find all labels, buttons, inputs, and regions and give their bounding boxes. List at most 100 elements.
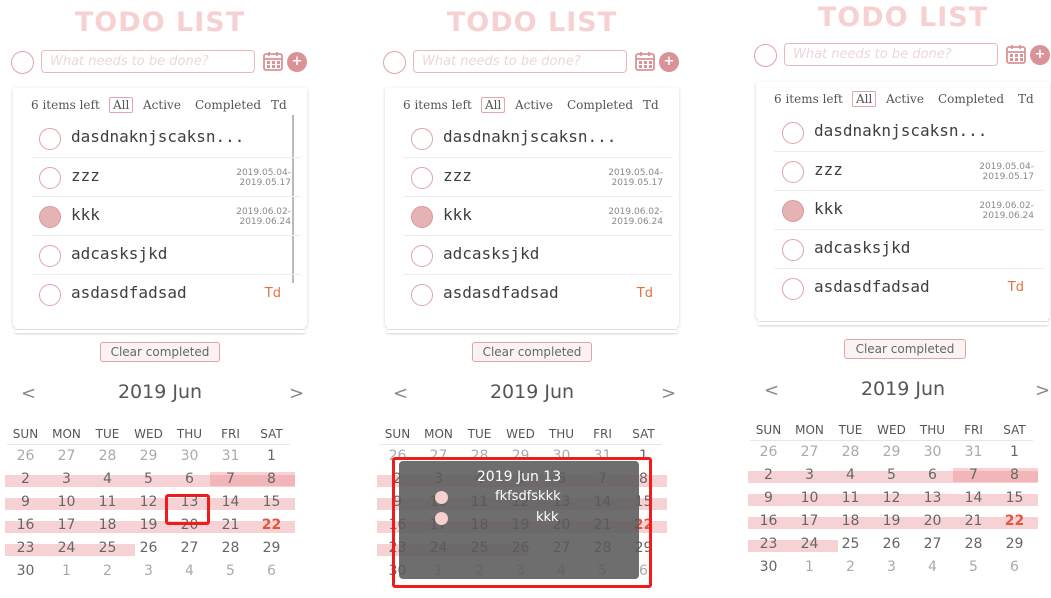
calendar-day[interactable]: 26 [128, 537, 169, 559]
calendar-day[interactable]: 2 [830, 556, 871, 578]
calendar-day[interactable]: 12 [128, 491, 169, 513]
calendar-day[interactable]: 1 [46, 560, 87, 582]
calendar-day[interactable]: 4 [912, 556, 953, 578]
calendar-day[interactable]: 25 [830, 533, 871, 555]
calendar-day[interactable]: 27 [789, 441, 830, 463]
calendar-day[interactable]: 20 [912, 510, 953, 532]
filter-td[interactable]: Td [271, 98, 287, 112]
calendar-day[interactable]: 26 [871, 533, 912, 555]
clear-completed-button[interactable]: Clear completed [844, 339, 966, 359]
todo-checkbox[interactable] [39, 245, 61, 267]
filter-completed[interactable]: Completed [567, 98, 633, 112]
calendar-day[interactable]: 5 [210, 560, 251, 582]
new-todo-input[interactable] [41, 50, 255, 73]
filter-completed[interactable]: Completed [195, 98, 261, 112]
next-month-button[interactable]: > [661, 383, 676, 404]
todo-item[interactable]: kkk 2019.06.02- 2019.06.24 [403, 197, 673, 236]
calendar-day[interactable]: 4 [87, 468, 128, 490]
todo-checkbox[interactable] [782, 200, 804, 222]
filter-td[interactable]: Td [643, 98, 659, 112]
calendar-day[interactable]: 3 [128, 560, 169, 582]
calendar-day[interactable]: 9 [5, 491, 46, 513]
todo-item[interactable]: dasdnaknjscaksn... [774, 113, 1044, 152]
calendar-day[interactable]: 15 [251, 491, 292, 513]
todo-item[interactable]: zzz 2019.05.04- 2019.05.17 [31, 158, 301, 197]
todo-checkbox[interactable] [39, 284, 61, 306]
todo-checkbox[interactable] [411, 206, 433, 228]
calendar-day[interactable]: 10 [789, 487, 830, 509]
todo-item[interactable]: asdasdfadsad Td [403, 275, 673, 314]
calendar-day[interactable]: 8 [994, 464, 1035, 486]
todo-text[interactable]: kkk [443, 205, 472, 224]
filter-completed[interactable]: Completed [938, 92, 1004, 106]
todo-item[interactable]: zzz 2019.05.04- 2019.05.17 [403, 158, 673, 197]
todo-checkbox[interactable] [782, 239, 804, 261]
calendar-day[interactable]: 27 [46, 445, 87, 467]
calendar-day[interactable]: 6 [251, 560, 292, 582]
calendar-day[interactable]: 22 [251, 514, 292, 536]
calendar-day[interactable]: 19 [871, 510, 912, 532]
todo-item[interactable]: kkk 2019.06.02- 2019.06.24 [31, 197, 301, 236]
clear-completed-button[interactable]: Clear completed [100, 342, 220, 362]
todo-checkbox[interactable] [39, 128, 61, 150]
calendar-day[interactable]: 12 [871, 487, 912, 509]
calendar-day[interactable]: 24 [46, 537, 87, 559]
todo-text[interactable]: adcasksjkd [71, 244, 167, 263]
calendar-day[interactable]: 25 [87, 537, 128, 559]
clear-completed-button[interactable]: Clear completed [472, 342, 592, 362]
calendar-day[interactable]: 16 [5, 514, 46, 536]
calendar-day[interactable]: 26 [748, 441, 789, 463]
filter-all[interactable]: All [109, 97, 134, 113]
calendar-day[interactable]: 22 [994, 510, 1035, 532]
calendar-day[interactable]: 4 [169, 560, 210, 582]
calendar-day[interactable]: 28 [210, 537, 251, 559]
calendar-day[interactable]: 17 [789, 510, 830, 532]
todo-checkbox[interactable] [411, 245, 433, 267]
calendar-day[interactable]: 11 [830, 487, 871, 509]
calendar-icon[interactable] [1005, 43, 1027, 65]
calendar-day[interactable]: 29 [871, 441, 912, 463]
calendar-day[interactable]: 27 [912, 533, 953, 555]
calendar-day[interactable]: 29 [251, 537, 292, 559]
filter-all[interactable]: All [852, 91, 877, 107]
calendar-day[interactable]: 29 [128, 445, 169, 467]
calendar-day[interactable]: 7 [210, 468, 251, 490]
calendar-day[interactable]: 17 [46, 514, 87, 536]
toggle-all-checkbox[interactable] [383, 51, 406, 74]
todo-text[interactable]: zzz [814, 160, 843, 179]
calendar-day[interactable]: 28 [87, 445, 128, 467]
todo-item[interactable]: dasdnaknjscaksn... [403, 119, 673, 158]
calendar-day[interactable]: 6 [994, 556, 1035, 578]
filter-active[interactable]: Active [886, 92, 924, 106]
calendar-day[interactable]: 14 [953, 487, 994, 509]
filter-all[interactable]: All [481, 97, 506, 113]
calendar-day[interactable]: 23 [5, 537, 46, 559]
toggle-all-checkbox[interactable] [11, 51, 34, 74]
calendar-day[interactable]: 2 [87, 560, 128, 582]
calendar-day[interactable]: 29 [994, 533, 1035, 555]
todo-text[interactable]: adcasksjkd [443, 244, 539, 263]
todo-item[interactable]: asdasdfadsad Td [774, 269, 1044, 308]
calendar-day[interactable]: 16 [748, 510, 789, 532]
todo-item[interactable]: zzz 2019.05.04- 2019.05.17 [774, 152, 1044, 191]
todo-text[interactable]: kkk [814, 199, 843, 218]
calendar-day[interactable]: 31 [210, 445, 251, 467]
todo-item[interactable]: adcasksjkd [403, 236, 673, 275]
todo-checkbox[interactable] [782, 122, 804, 144]
calendar-day[interactable]: 1 [251, 445, 292, 467]
calendar-day[interactable]: 3 [46, 468, 87, 490]
todo-text[interactable]: zzz [443, 166, 472, 185]
todo-item[interactable]: asdasdfadsad Td [31, 275, 301, 314]
todo-checkbox[interactable] [39, 167, 61, 189]
calendar-day[interactable]: 3 [789, 464, 830, 486]
todo-item[interactable]: adcasksjkd [774, 230, 1044, 269]
new-todo-input[interactable] [413, 50, 627, 73]
calendar-day[interactable]: 23 [748, 533, 789, 555]
calendar-day[interactable]: 1 [994, 441, 1035, 463]
todo-text[interactable]: dasdnaknjscaksn... [71, 127, 244, 146]
calendar-day[interactable]: 19 [128, 514, 169, 536]
calendar-day[interactable]: 21 [953, 510, 994, 532]
calendar-day[interactable]: 30 [912, 441, 953, 463]
calendar-day[interactable]: 4 [830, 464, 871, 486]
todo-checkbox[interactable] [411, 128, 433, 150]
